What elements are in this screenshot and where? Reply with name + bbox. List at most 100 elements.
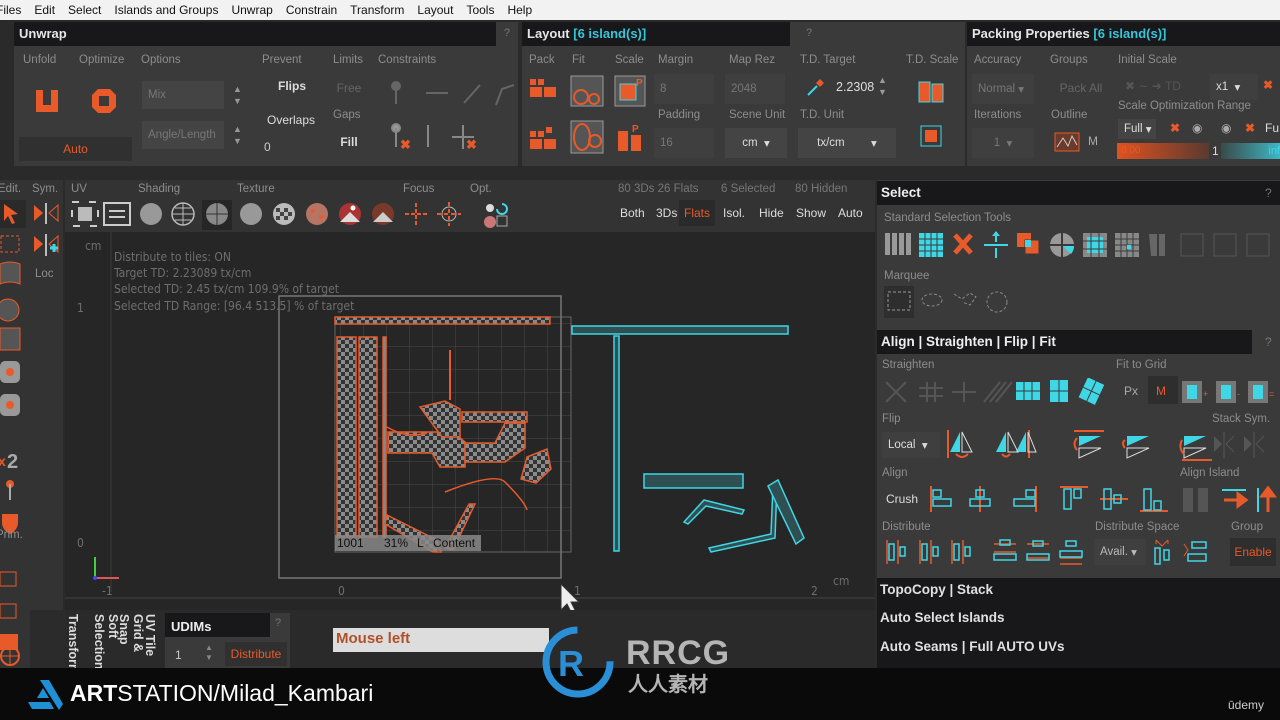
fit-grid-icons[interactable]: + - =: [1180, 378, 1276, 406]
label-stack-sym: Stack Sym.: [1212, 413, 1271, 425]
section-topocopy-stack[interactable]: TopoCopy | Stack: [880, 582, 993, 597]
accuracy-select[interactable]: Normal ▾: [972, 74, 1034, 104]
range-mode-select[interactable]: Full ▾: [1118, 119, 1156, 139]
unfold-icon[interactable]: [34, 88, 60, 114]
distribute-button[interactable]: Distribute: [225, 642, 287, 666]
menu-unwrap[interactable]: Unwrap: [231, 3, 272, 17]
isolate-button[interactable]: Isol.: [723, 206, 745, 220]
td-target-input[interactable]: 2.2308: [836, 80, 874, 94]
option-angle-length-select[interactable]: Angle/Length: [142, 121, 224, 149]
margin-input[interactable]: 8: [654, 74, 714, 104]
edit-tool-icons[interactable]: x2: [0, 198, 30, 658]
section-auto-select-islands[interactable]: Auto Select Islands: [880, 610, 1005, 625]
menu-select[interactable]: Select: [68, 3, 101, 17]
tab-grid-snap[interactable]: Grid & Snap: [117, 614, 145, 668]
eye-icon-2[interactable]: ◉: [1221, 121, 1231, 135]
free-button[interactable]: Free: [334, 78, 364, 98]
uv-viewport[interactable]: cm Distribute to tiles: ON Target TD: 2.…: [65, 232, 875, 615]
flips-button[interactable]: Flips: [272, 76, 312, 96]
pack-icons[interactable]: [530, 75, 558, 165]
flip-icons[interactable]: [944, 428, 1278, 464]
help-button[interactable]: ?: [1265, 335, 1272, 349]
help-button[interactable]: ?: [275, 617, 281, 629]
flip-space-select[interactable]: Local ▾: [882, 432, 940, 458]
menu-files[interactable]: Files: [0, 3, 21, 17]
multiplier-select[interactable]: x1 ▾: [1210, 74, 1258, 100]
udim-stepper[interactable]: ▲ ▼: [205, 643, 213, 663]
fit-m-button[interactable]: M: [1148, 376, 1178, 404]
tab-transform[interactable]: Transform: [66, 614, 80, 675]
tab-uv-tile[interactable]: UV Tile: [143, 614, 157, 656]
label-opt: Opt.: [470, 183, 492, 195]
overlaps-button[interactable]: Overlaps: [266, 110, 316, 130]
help-button[interactable]: ?: [1265, 186, 1272, 200]
constraint-icons[interactable]: ✖ ✖: [386, 77, 516, 157]
menu-layout[interactable]: Layout: [417, 3, 453, 17]
close-icon[interactable]: ✖: [1263, 78, 1273, 92]
scale-icons[interactable]: PP: [614, 75, 648, 165]
tile-lock[interactable]: L: [417, 536, 424, 550]
show-button[interactable]: Show: [796, 206, 826, 220]
hide-button[interactable]: Hide: [759, 206, 784, 220]
range-min-slider[interactable]: 0.00: [1117, 143, 1209, 159]
view-tool-icons[interactable]: [70, 200, 510, 230]
loc-button[interactable]: Loc: [35, 268, 54, 280]
straighten-icons[interactable]: [884, 378, 1114, 406]
align-icons[interactable]: [928, 484, 1278, 516]
iterations-select[interactable]: 1 ▾: [972, 128, 1034, 158]
view-both-button[interactable]: Both: [620, 206, 645, 220]
label-options: Options: [141, 54, 181, 66]
bottom-strip: Transform Soft Selection Grid & Snap UV …: [65, 610, 875, 675]
select-title: Select: [877, 181, 1280, 205]
menu-constrain[interactable]: Constrain: [286, 3, 337, 17]
optimize-icon[interactable]: [91, 88, 117, 114]
help-button[interactable]: ?: [806, 27, 957, 39]
distribute-space-select[interactable]: Avail. ▾: [1094, 539, 1146, 565]
fit-icons[interactable]: [570, 75, 604, 165]
section-auto-seams[interactable]: Auto Seams | Full AUTO UVs: [880, 639, 1065, 654]
selection-tool-icons[interactable]: [884, 230, 1276, 260]
tab-soft-selection[interactable]: Soft Selection: [92, 614, 120, 670]
y-tick-0: 0: [77, 536, 84, 550]
help-button[interactable]: ?: [504, 27, 510, 39]
eyedropper-icon[interactable]: [805, 78, 825, 98]
crush-button[interactable]: Crush: [886, 492, 918, 506]
td-target-stepper[interactable]: ▲ ▼: [878, 74, 887, 98]
group-enable-button[interactable]: Enable: [1230, 538, 1276, 566]
globe-icon[interactable]: [0, 642, 24, 668]
angle-stepper[interactable]: ▲ ▼: [233, 123, 242, 147]
pack-all-button[interactable]: Pack All: [1051, 76, 1111, 100]
auto-button[interactable]: Auto: [19, 137, 132, 161]
menu-edit[interactable]: Edit: [34, 3, 55, 17]
distribute-icons[interactable]: [884, 538, 1084, 566]
stats-selected: 6 Selected: [721, 183, 776, 195]
td-scale-icons[interactable]: [918, 80, 946, 160]
menu-islands[interactable]: Islands and Groups: [114, 3, 218, 17]
padding-input[interactable]: 16: [654, 128, 714, 158]
marquee-tool-icons[interactable]: [884, 286, 1024, 318]
range-mode2-value[interactable]: Fu: [1265, 121, 1279, 135]
distribute-space-icons[interactable]: [1152, 538, 1212, 566]
udim-count-input[interactable]: 1: [175, 648, 182, 662]
option-mix-select[interactable]: Mix: [142, 81, 224, 109]
overlaps-value[interactable]: 0: [264, 140, 271, 154]
view-3ds-button[interactable]: 3Ds: [656, 206, 677, 220]
eye-icon[interactable]: ◉: [1192, 121, 1202, 135]
outline-m-button[interactable]: M: [1088, 134, 1098, 148]
scene-unit-select[interactable]: cm ▾: [725, 128, 787, 158]
fill-button[interactable]: Fill: [334, 132, 364, 152]
td-unit-select[interactable]: tx/cm ▾: [798, 128, 896, 158]
map-rez-input[interactable]: 2048: [725, 74, 785, 104]
menu-help[interactable]: Help: [507, 3, 532, 17]
menu-transform[interactable]: Transform: [350, 3, 404, 17]
range-max-slider[interactable]: inf: [1221, 143, 1280, 159]
view-flats-button[interactable]: Flats: [679, 200, 716, 226]
menu-tools[interactable]: Tools: [466, 3, 494, 17]
range-min-clear-icon[interactable]: ✖: [1170, 121, 1180, 135]
range-max-clear-icon[interactable]: ✖: [1245, 121, 1255, 135]
outline-icon[interactable]: [1054, 132, 1080, 152]
fit-px-button[interactable]: Px: [1124, 384, 1138, 398]
symmetry-icons[interactable]: [32, 202, 62, 258]
mix-stepper[interactable]: ▲ ▼: [233, 83, 242, 107]
auto-view-button[interactable]: Auto: [838, 206, 863, 220]
